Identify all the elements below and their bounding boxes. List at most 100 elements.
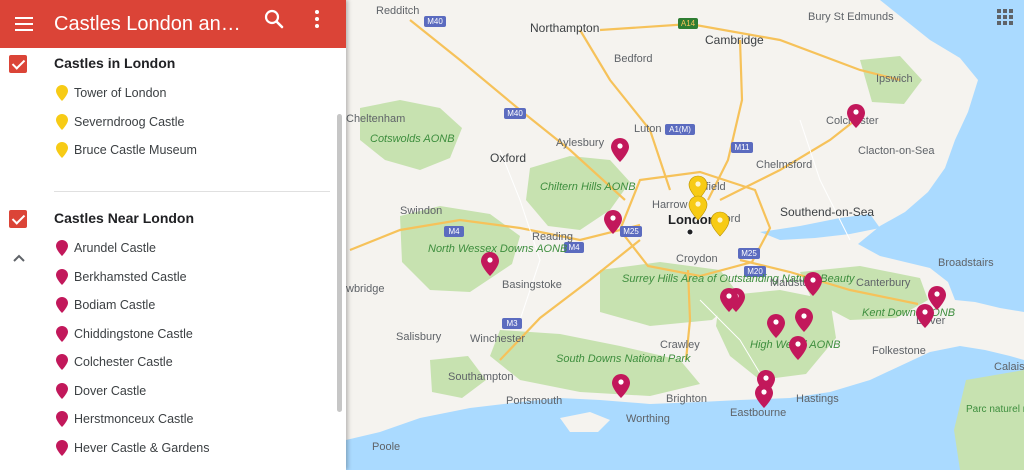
panel-header: Castles London and Near London [0,0,346,48]
list-item-arundel-castle[interactable]: Arundel Castle [0,235,346,264]
place-label: wbridge [346,283,385,295]
map-pin-icon [56,382,68,399]
divider [54,191,330,192]
list-item-label: Chiddingstone Castle [74,326,193,341]
map-pin-icon [56,297,68,313]
layer-castles-near-london: Castles Near London Arundel Castle Berkh… [0,205,346,463]
list-item-berkhamsted-castle[interactable]: Berkhamsted Castle [0,264,346,293]
list-item-dover-castle[interactable]: Dover Castle [0,378,346,407]
list-item-label: Bodiam Castle [74,298,156,312]
map-pin-icon [56,142,68,158]
map-pin-icon [56,240,68,256]
road-shield-label: M25 [741,249,757,258]
place-label: Crawley [660,339,700,351]
place-label: Winchester [470,333,525,345]
place-label: Cotswolds AONB [370,133,455,145]
place-label: Folkestone [872,345,926,357]
place-label: Southend-on-Sea [780,205,874,219]
road-shield-label: M3 [506,319,518,328]
layer-title[interactable]: Castles Near London [54,210,194,226]
apps-grid-icon[interactable] [996,8,1014,26]
map-pin-icon [56,354,68,370]
list-item-label: Arundel Castle [74,241,156,255]
list-item-label: Colchester Castle [74,355,173,369]
place-label: Luton [634,123,662,135]
list-item-bodiam-castle[interactable]: Bodiam Castle [0,292,346,321]
place-label: Salisbury [396,331,442,343]
hamburger-menu-icon[interactable] [6,6,42,42]
place-label: Cambridge [705,33,764,47]
chevron-up-icon[interactable] [12,252,26,264]
place-label: Chiltern Hills AONB [540,181,636,193]
place-label: Broadstairs [938,257,994,269]
list-item-label: Dover Castle [74,383,147,398]
place-label: Portsmouth [506,395,562,407]
place-label: Brighton [666,393,707,405]
place-label: Oxford [490,151,526,165]
place-label: Bury St Edmunds [808,11,894,23]
place-label: Aylesbury [556,137,605,149]
map-pin-icon [56,113,68,130]
list-item-bruce-castle-museum[interactable]: Bruce Castle Museum [0,137,346,166]
place-label: South Downs National Park [556,353,691,365]
place-label: London [668,212,716,227]
place-label: Redditch [376,5,419,17]
place-label: Cheltenham [346,113,405,125]
list-item-label: Bruce Castle Museum [74,143,197,157]
road-shield-label: M40 [507,109,523,118]
list-item-label: Severndroog Castle [74,114,185,129]
map-pin-icon [56,268,68,285]
place-label: Hastings [796,393,839,405]
list-item-label: Herstmonceux Castle [74,412,194,426]
list-item-label: Berkhamsted Castle [74,269,187,284]
list-item-herstmonceux-castle[interactable]: Herstmonceux Castle [0,406,346,435]
search-icon[interactable] [262,7,286,31]
list-item-hever-castle[interactable]: Hever Castle & Gardens [0,435,346,464]
list-item-tower-of-london[interactable]: Tower of London [0,80,346,109]
road-shield-label: M4 [568,243,580,252]
road-shield-label: M40 [427,17,443,26]
place-label: Croydon [676,253,718,265]
road-shield-label: M11 [735,143,751,152]
map-pin-icon [56,85,68,101]
layer-castles-in-london: Castles in London Tower of London Severn… [0,50,346,166]
place-label: Reading [532,231,573,243]
place-label: Basingstoke [502,279,562,291]
road-shield-label: A14 [681,19,696,28]
list-item-label: Tower of London [74,86,167,100]
place-label: Ipswich [876,73,913,85]
place-label: Canterbury [856,277,911,289]
place-label: Clacton-on-Sea [858,145,935,157]
place-label: Harrow [652,199,688,211]
place-label: Poole [372,441,400,453]
place-label: Chelmsford [756,159,812,171]
place-label: Northampton [530,21,599,35]
map-pin-icon [56,439,68,456]
list-item-colchester-castle[interactable]: Colchester Castle [0,349,346,378]
road-shield-label: M25 [623,227,639,236]
map-pin-icon [56,325,68,342]
list-item-severndroog-castle[interactable]: Severndroog Castle [0,109,346,138]
place-label: Parc naturel régional des caps et marais… [966,404,1024,415]
list-item-chiddingstone-castle[interactable]: Chiddingstone Castle [0,321,346,350]
map-pin-icon [56,411,68,427]
road-shield-label: A1(M) [669,125,691,134]
layer-checkbox-castles-near-london[interactable] [9,210,27,228]
layers-panel: Castles London and Near London Castles i… [0,0,346,470]
london-center-icon [686,228,694,236]
road-shield-label: M4 [448,227,460,236]
place-label: Calais [994,361,1024,373]
place-label: Southampton [448,371,513,383]
list-item-label: Hever Castle & Gardens [74,440,210,455]
layer-title[interactable]: Castles in London [54,55,175,71]
scrollbar[interactable] [337,114,342,412]
layer-checkbox-castles-in-london[interactable] [9,55,27,73]
more-vert-icon[interactable] [306,8,328,30]
map-title[interactable]: Castles London and Near London [54,13,250,36]
place-label: Eastbourne [730,407,786,419]
map-canvas[interactable]: M40 A14 M40 M11 A1(M) M4 M25 M4 M25 M20 … [346,0,1024,470]
place-label: Worthing [626,413,670,425]
place-label: Swindon [400,205,442,217]
place-label: North Wessex Downs AONB [428,243,567,255]
place-label: Bedford [614,53,653,65]
